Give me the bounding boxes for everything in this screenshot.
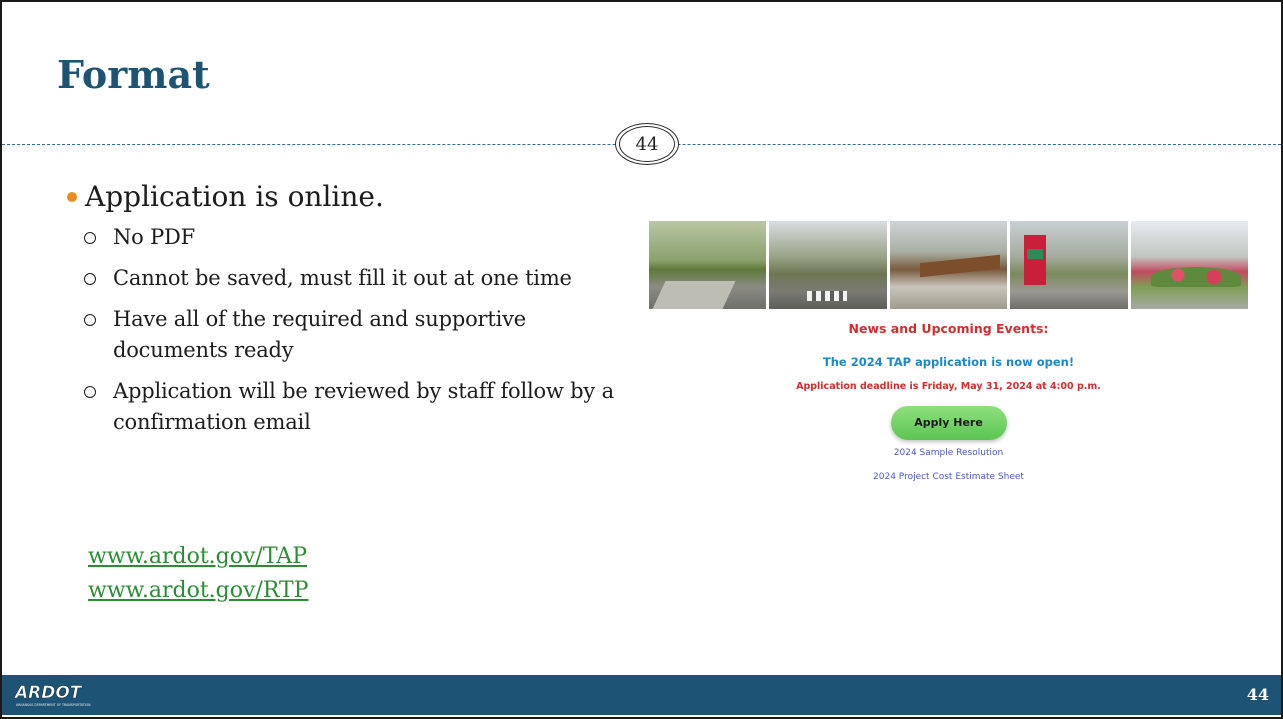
footer-bar: ARDOT ARKANSAS DEPARTMENT OF TRANSPORTAT… (2, 675, 1281, 715)
sub-bullet-item: Cannot be saved, must fill it out at one… (67, 263, 627, 294)
ring-bullet-icon (84, 232, 96, 244)
footer-page-number: 44 (1246, 685, 1269, 704)
news-heading: News and Upcoming Events: (848, 321, 1049, 336)
main-bullet: Application is online. (67, 178, 627, 216)
sub-bullet-text: Have all of the required and supportive … (113, 307, 526, 362)
apply-here-button[interactable]: Apply Here (890, 406, 1007, 440)
sub-bullet-text: No PDF (113, 225, 196, 249)
bullet-dot-icon (67, 192, 77, 202)
sub-bullet-item: Have all of the required and supportive … (67, 304, 627, 366)
sub-bullet-list: No PDF Cannot be saved, must fill it out… (67, 222, 627, 438)
ring-bullet-icon (84, 273, 96, 285)
photo-strip (649, 221, 1249, 309)
landscape-photo (1130, 221, 1249, 309)
website-screenshot-panel: News and Upcoming Events: The 2024 TAP a… (649, 221, 1249, 501)
apply-button-wrap: Apply Here (649, 406, 1248, 440)
cost-estimate-link[interactable]: 2024 Project Cost Estimate Sheet (649, 472, 1248, 482)
link-list: www.ardot.gov/TAP www.ardot.gov/RTP (88, 540, 309, 608)
sub-bullet-item: No PDF (67, 222, 627, 253)
page-number-text: 44 (635, 133, 659, 155)
main-bullet-text: Application is online. (85, 180, 384, 213)
svg-text:ARDOT: ARDOT (14, 683, 83, 703)
ring-bullet-icon (84, 314, 96, 326)
slide-title: Format (57, 52, 210, 97)
trail-photo (649, 221, 767, 309)
sidewalk-photo (1010, 221, 1128, 309)
tap-open-notice: The 2024 TAP application is now open! (822, 355, 1075, 369)
ardot-logo: ARDOT ARKANSAS DEPARTMENT OF TRANSPORTAT… (14, 683, 91, 707)
deadline-notice: Application deadline is Friday, May 31, … (796, 381, 1101, 392)
tap-link[interactable]: www.ardot.gov/TAP (88, 540, 309, 574)
page-number-badge: 44 (615, 123, 679, 165)
bullet-list: Application is online. No PDF Cannot be … (67, 178, 627, 448)
svg-text:ARKANSAS DEPARTMENT OF TRANSPO: ARKANSAS DEPARTMENT OF TRANSPORTATION (16, 703, 91, 707)
crosswalk-photo (769, 221, 887, 309)
rtp-link[interactable]: www.ardot.gov/RTP (88, 574, 309, 608)
bridge-photo (889, 221, 1008, 309)
sample-resolution-link[interactable]: 2024 Sample Resolution (649, 448, 1248, 458)
ring-bullet-icon (84, 386, 96, 398)
sub-bullet-item: Application will be reviewed by staff fo… (67, 376, 627, 438)
sub-bullet-text: Application will be reviewed by staff fo… (113, 379, 614, 434)
sub-bullet-text: Cannot be saved, must fill it out at one… (113, 266, 572, 290)
